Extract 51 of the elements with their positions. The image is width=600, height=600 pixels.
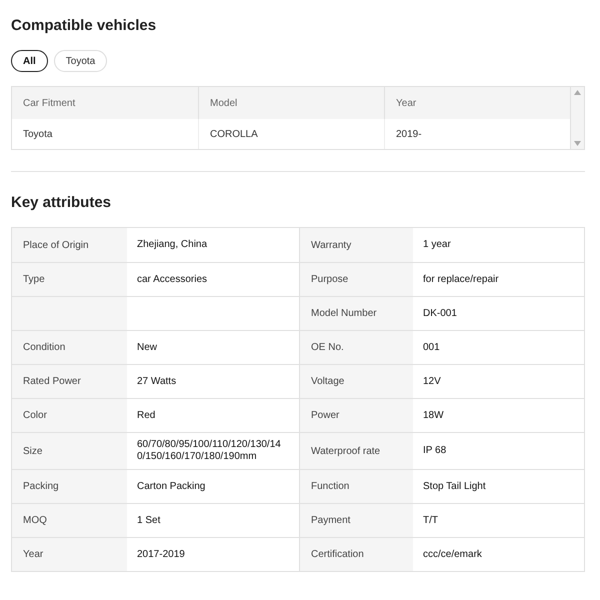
attribute-value: IP 68	[423, 445, 446, 457]
attribute-value: 2017-2019	[137, 548, 185, 560]
attribute-value: 1 Set	[137, 514, 160, 526]
table-cell-text: 2019-	[396, 128, 422, 142]
scrollbar[interactable]	[570, 87, 584, 149]
table-cell-text: COROLLA	[210, 128, 258, 142]
scroll-down-icon[interactable]	[574, 141, 581, 146]
attribute-label: Color	[23, 409, 47, 423]
filter-chip[interactable]: Toyota	[54, 50, 108, 72]
attribute-label: Certification	[311, 548, 364, 562]
attribute-label: Packing	[23, 480, 59, 494]
attribute-value: 60/70/80/95/100/110/120/130/140/150/160/170/180/190mm	[137, 439, 282, 463]
attribute-value: Red	[137, 410, 156, 422]
column-header: Year	[396, 96, 416, 110]
attribute-label: Power	[311, 409, 340, 423]
attribute-label: Warranty	[311, 238, 352, 252]
attribute-label: Payment	[311, 514, 350, 528]
attribute-label: Waterproof rate	[311, 444, 380, 458]
section-title: Key attributes	[11, 193, 112, 213]
filter-chip[interactable]: All	[11, 50, 48, 72]
column-header: Model	[210, 96, 238, 110]
attribute-value: for replace/repair	[423, 274, 499, 286]
attribute-value: Zhejiang, China	[137, 239, 208, 251]
attribute-label: Place of Origin	[23, 238, 89, 252]
section-title: Compatible vehicles	[11, 16, 158, 36]
attribute-value: 12V	[423, 376, 441, 388]
attribute-label: Size	[23, 444, 42, 458]
attribute-value: 001	[423, 342, 440, 354]
attribute-label: Type	[23, 273, 45, 287]
attribute-label: OE No.	[311, 341, 344, 355]
attribute-label: Rated Power	[23, 375, 81, 389]
column-header: Car Fitment	[23, 96, 76, 110]
attribute-value: 1 year	[423, 239, 451, 251]
attribute-value: DK-001	[423, 308, 457, 320]
attribute-value: Carton Packing	[137, 480, 206, 492]
attribute-value: Stop Tail Light	[423, 480, 486, 492]
scroll-up-icon[interactable]	[574, 90, 581, 95]
table-cell-text: Toyota	[23, 128, 52, 142]
attribute-value: New	[137, 342, 158, 354]
attribute-value: ccc/ce/emark	[423, 548, 482, 560]
attribute-label: Purpose	[311, 273, 348, 287]
attribute-value: 27 Watts	[137, 376, 176, 388]
attribute-value: T/T	[423, 514, 438, 526]
attribute-value: 18W	[423, 410, 444, 422]
attribute-label: Function	[311, 480, 350, 494]
attribute-label: Condition	[23, 341, 66, 355]
attribute-label: MOQ	[23, 514, 47, 528]
attribute-label: Model Number	[311, 307, 377, 321]
attribute-label: Year	[23, 548, 44, 562]
attribute-label: Voltage	[311, 375, 344, 389]
attribute-value: car Accessories	[137, 274, 208, 286]
